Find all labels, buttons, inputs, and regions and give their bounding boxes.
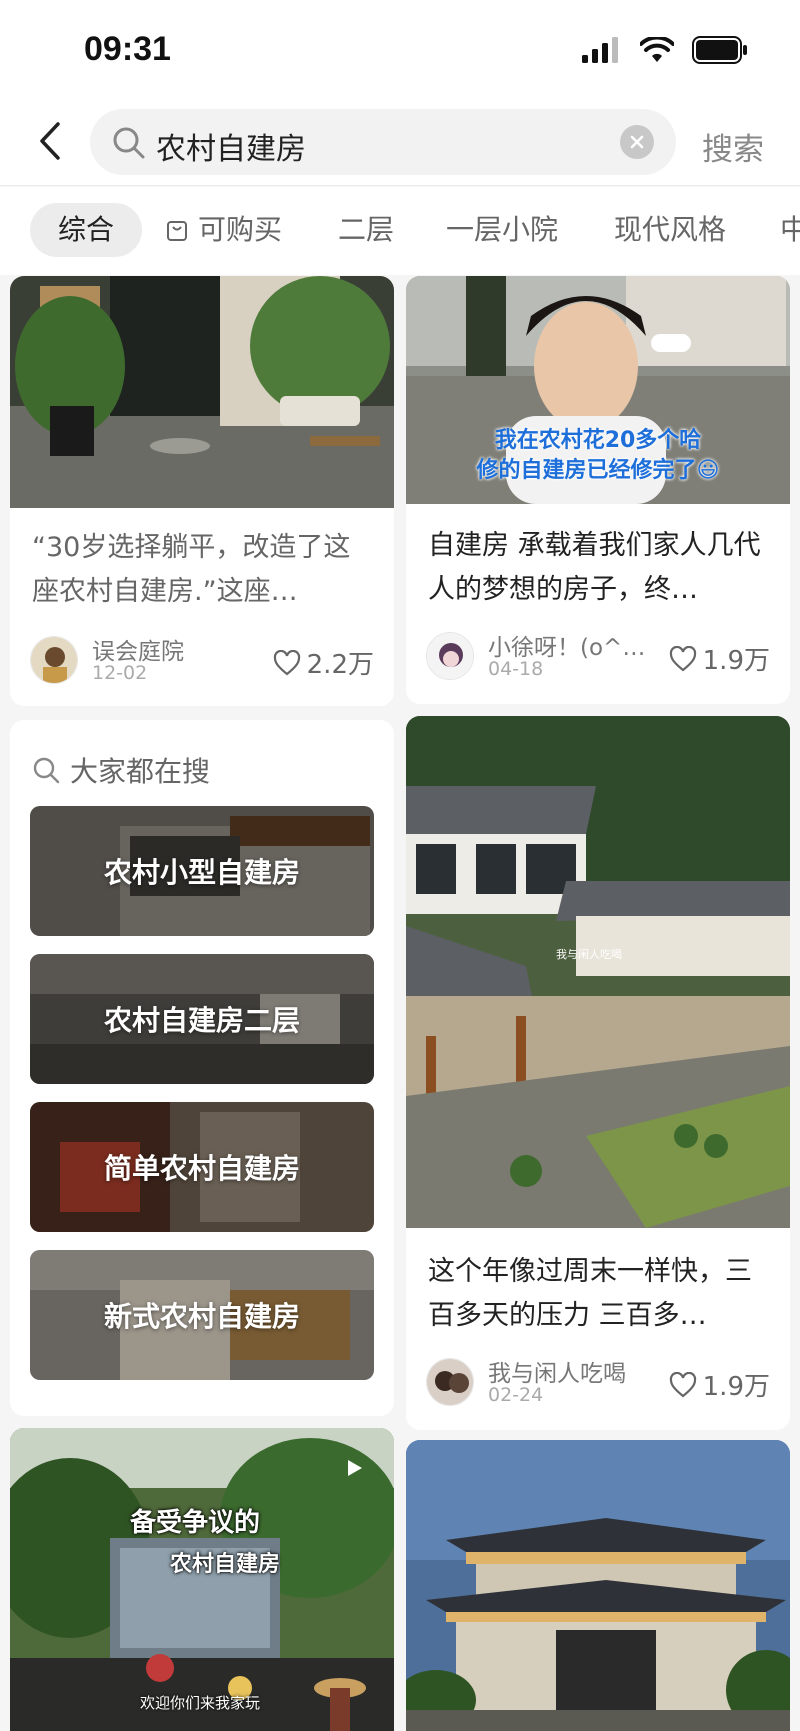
heart-icon: [669, 645, 696, 671]
video-subtitle: 欢迎你们来我家玩: [140, 1694, 261, 1712]
author-name[interactable]: 误会庭院: [92, 632, 184, 666]
suggestion-label: 简单农村自建房: [103, 1152, 300, 1185]
note-card[interactable]: “30岁选择躺平，改造了这座农村自建房.”这座… 误会庭院 12-02 2.2万: [10, 276, 394, 706]
like-button[interactable]: 1.9万: [669, 1366, 770, 1403]
card-image: [406, 716, 790, 1228]
status-bar: 09:31: [0, 0, 800, 100]
shopping-bag-icon: [167, 221, 187, 241]
watermark: 我与闲人吃喝: [556, 948, 622, 961]
card-title: 这个年像过周末一样快，三百多天的压力 三百多…: [428, 1256, 752, 1331]
tab-chinese[interactable]: 中: [780, 203, 800, 257]
search-input[interactable]: 农村自建房: [90, 109, 676, 175]
video-headline-2: 农村自建房: [170, 1552, 281, 1577]
close-icon: [630, 135, 644, 149]
tab-purchasable[interactable]: 可购买: [166, 203, 282, 257]
signal-icon: [582, 37, 618, 63]
battery-icon: [692, 36, 747, 64]
tab-purchasable-label: 可购买: [198, 213, 283, 246]
video-caption-text: 我在农村花20多个哈 修的自建房已经修完了😃: [476, 428, 720, 483]
post-date: 12-02: [92, 662, 148, 684]
author-name[interactable]: 我与闲人吃喝: [488, 1354, 626, 1388]
tab-courtyard[interactable]: 一层小院: [446, 203, 558, 257]
card-image: [10, 1428, 394, 1731]
card-image: [10, 276, 394, 508]
note-card[interactable]: 我与闲人吃喝 这个年像过周末一样快，三百多天的压力 三百多… 我与闲人吃喝 02…: [406, 716, 790, 1430]
tab-two-story[interactable]: 二层: [338, 203, 394, 257]
search-button[interactable]: 搜索: [702, 124, 764, 169]
search-query: 农村自建房: [156, 132, 306, 167]
play-icon: [348, 1460, 362, 1476]
video-headline-1: 备受争议的: [130, 1508, 261, 1538]
card-title: 自建房 承载着我们家人几代人的梦想的房子，终…: [428, 530, 761, 605]
search-header: 农村自建房 搜索: [0, 100, 800, 186]
trending-searches-card: 大家都在搜 农村小型自建房 农村自建房二层 简单农村自建房 新式农村自建房: [10, 720, 394, 1416]
card-meta: 我与闲人吃喝 02-24 1.9万: [426, 1354, 770, 1408]
suggestion-label: 农村小型自建房: [103, 856, 300, 889]
like-button[interactable]: 2.2万: [273, 644, 374, 681]
like-count: 2.2万: [306, 650, 374, 680]
post-date: 02-24: [488, 1384, 544, 1406]
suggestion-item[interactable]: 简单农村自建房: [30, 1102, 374, 1232]
avatar: [426, 632, 474, 680]
trending-searches-title: 大家都在搜: [32, 750, 210, 790]
search-icon: [33, 757, 60, 784]
card-meta: 误会庭院 12-02 2.2万: [30, 632, 374, 686]
search-icon: [113, 127, 145, 159]
heart-icon: [273, 649, 300, 675]
back-button[interactable]: [30, 118, 70, 164]
card-meta: 小徐呀！(o^… 04-18 1.9万: [426, 628, 770, 682]
trending-searches-label: 大家都在搜: [70, 755, 211, 788]
suggestion-item[interactable]: 农村自建房二层: [30, 954, 374, 1084]
suggestion-item[interactable]: 农村小型自建房: [30, 806, 374, 936]
chevron-left-icon: [40, 122, 60, 160]
tab-modern[interactable]: 现代风格: [614, 203, 726, 257]
clear-button[interactable]: [620, 125, 654, 159]
tab-comprehensive[interactable]: 综合: [30, 203, 143, 257]
author-name[interactable]: 小徐呀！(o^…: [488, 628, 645, 662]
status-time: 09:31: [84, 30, 171, 68]
card-title: “30岁选择躺平，改造了这座农村自建房.”这座…: [32, 532, 351, 607]
card-image: [406, 1440, 790, 1731]
like-button[interactable]: 1.9万: [669, 640, 770, 677]
avatar: [426, 1358, 474, 1406]
like-count: 1.9万: [702, 646, 770, 676]
video-caption: 我在农村花20多个哈 修的自建房已经修完了😃: [406, 426, 790, 486]
note-card[interactable]: [406, 1440, 790, 1731]
post-date: 04-18: [488, 658, 544, 680]
avatar: [30, 636, 78, 684]
heart-icon: [669, 1371, 696, 1397]
suggestion-label: 农村自建房二层: [103, 1004, 300, 1037]
like-count: 1.9万: [702, 1372, 770, 1402]
suggestion-item[interactable]: 新式农村自建房: [30, 1250, 374, 1380]
suggestion-label: 新式农村自建房: [103, 1300, 300, 1333]
note-card[interactable]: 备受争议的 农村自建房 欢迎你们来我家玩: [10, 1428, 394, 1731]
wifi-icon: [640, 37, 674, 62]
status-icons: [582, 36, 748, 64]
filter-tabs: 综合 可购买 二层 一层小院 现代风格 中: [0, 187, 800, 275]
note-card[interactable]: 我在农村花20多个哈 修的自建房已经修完了😃 自建房 承载着我们家人几代人的梦想…: [406, 276, 790, 704]
